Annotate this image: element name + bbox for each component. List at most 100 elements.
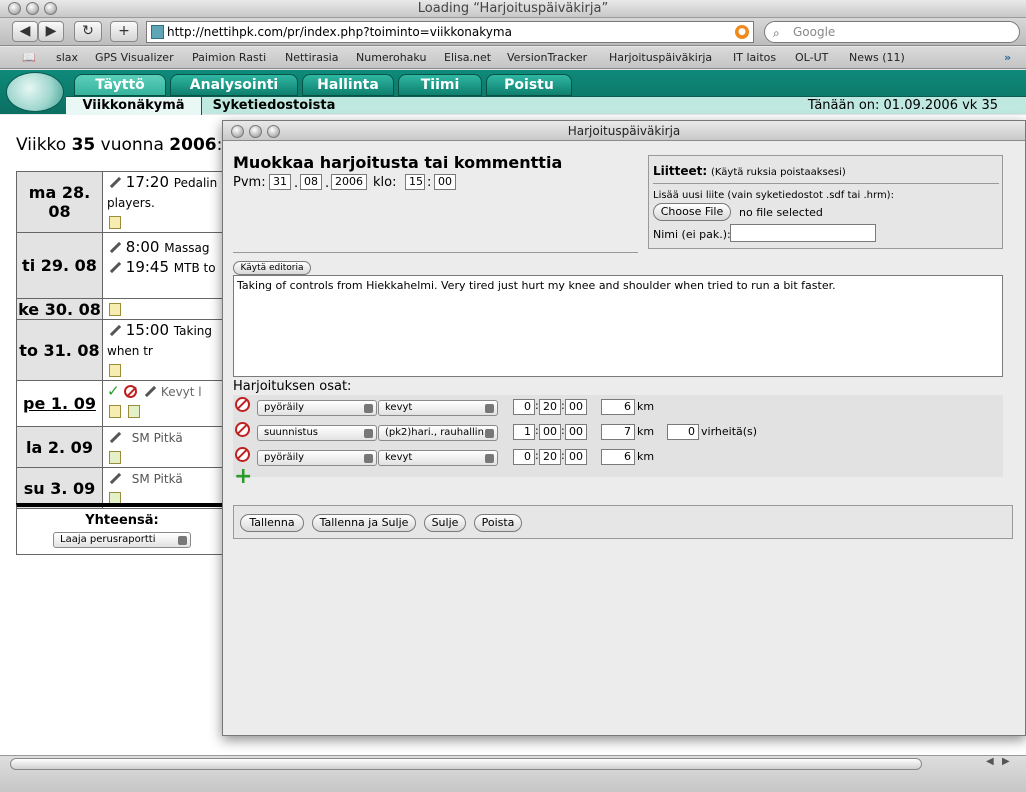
seconds-input[interactable]: 00 (565, 399, 587, 415)
bookmark-item[interactable]: OL-UT (795, 47, 828, 69)
dialog-zoom-icon[interactable] (267, 125, 280, 138)
save-and-close-button[interactable]: Tallenna ja Sulje (312, 514, 416, 532)
day-input[interactable]: 31 (269, 174, 291, 190)
bookmarks-book-icon[interactable]: 📖 (22, 47, 36, 69)
comment-textarea[interactable]: Taking of controls from Hiekkahelmi. Ver… (233, 275, 1003, 377)
attachment-name-input[interactable] (730, 224, 876, 242)
minimize-window-icon[interactable] (26, 2, 39, 15)
minutes-input[interactable]: 20 (539, 449, 561, 465)
day-label[interactable]: ti 29. 08 (16, 232, 103, 299)
edit-pencil-icon[interactable] (107, 240, 121, 254)
tab-hallinta[interactable]: Hallinta (302, 74, 394, 96)
distance-input[interactable]: 7 (601, 424, 635, 440)
bookmark-item[interactable]: Harjoituspäiväkirja (609, 47, 712, 69)
day-label[interactable]: la 2. 09 (16, 426, 103, 468)
errors-input[interactable]: 0 (667, 424, 699, 440)
entry-time[interactable]: 15:00 (126, 321, 169, 339)
entry-time[interactable]: 19:45 (126, 258, 169, 276)
comment-note-icon[interactable] (109, 364, 121, 377)
scroll-right-arrow-icon[interactable]: ▶ (1002, 756, 1010, 767)
dialog-close-icon[interactable] (231, 125, 244, 138)
hours-input[interactable]: 0 (513, 399, 535, 415)
day-label-today[interactable]: pe 1. 09 (16, 380, 103, 427)
choose-file-button[interactable]: Choose File (653, 203, 731, 221)
minutes-input[interactable]: 20 (539, 399, 561, 415)
subtab-syketiedostoista[interactable]: Syketiedostoista (206, 97, 342, 115)
add-training-icon[interactable]: ✓ (107, 382, 120, 400)
remove-part-icon[interactable] (235, 397, 250, 412)
remove-part-icon[interactable] (235, 422, 250, 437)
add-part-icon[interactable]: + (234, 466, 252, 488)
comment-note-icon[interactable] (109, 216, 121, 229)
reload-button[interactable]: ↻ (74, 21, 102, 42)
day-label[interactable]: ma 28. 08 (16, 171, 103, 233)
entry-time[interactable]: 17:20 (126, 173, 169, 191)
bookmark-item[interactable]: News (11) (849, 47, 905, 69)
day-label[interactable]: to 31. 08 (16, 319, 103, 381)
distance-input[interactable]: 6 (601, 399, 635, 415)
month-input[interactable]: 08 (300, 174, 322, 190)
attachments-divider (653, 183, 999, 184)
intensity-select[interactable]: (pk2)hari., rauhallin (378, 425, 498, 441)
minutes-input[interactable]: 00 (539, 424, 561, 440)
comment-note-icon[interactable] (109, 303, 121, 316)
tab-poistu[interactable]: Poistu (486, 74, 572, 96)
remove-part-icon[interactable] (235, 447, 250, 462)
tab-tayttö[interactable]: Täyttö (74, 74, 166, 96)
minute-input[interactable]: 00 (434, 174, 456, 190)
seconds-input[interactable]: 00 (565, 449, 587, 465)
bookmark-item[interactable]: Paimion Rasti (192, 47, 266, 69)
close-button[interactable]: Sulje (424, 514, 466, 532)
edit-pencil-icon[interactable] (107, 430, 121, 444)
distance-input[interactable]: 6 (601, 449, 635, 465)
edit-pencil-icon[interactable] (107, 323, 121, 337)
intensity-select[interactable]: kevyt (378, 400, 498, 416)
parts-label: Harjoituksen osat: (233, 379, 352, 394)
day-label[interactable]: ke 30. 08 (16, 298, 103, 320)
hours-input[interactable]: 0 (513, 449, 535, 465)
bookmark-item[interactable]: Numerohaku (356, 47, 426, 69)
comment-note-icon[interactable] (109, 405, 121, 418)
intensity-select[interactable]: kevyt (378, 450, 498, 466)
edit-pencil-icon[interactable] (107, 471, 121, 485)
back-button[interactable]: ◀ (12, 21, 38, 42)
forward-button[interactable]: ▶ (38, 21, 64, 42)
year-input[interactable]: 2006 (331, 174, 367, 190)
sport-select[interactable]: suunnistus (257, 425, 377, 441)
comment-note-icon[interactable] (127, 405, 140, 418)
edit-pencil-icon[interactable] (142, 384, 156, 398)
scroll-left-arrow-icon[interactable]: ◀ (986, 756, 994, 767)
zoom-window-icon[interactable] (44, 2, 57, 15)
edit-pencil-icon[interactable] (107, 260, 121, 274)
bookmark-item[interactable]: Elisa.net (444, 47, 491, 69)
hours-input[interactable]: 1 (513, 424, 535, 440)
rest-day-icon[interactable] (124, 385, 138, 398)
address-bar[interactable]: http://nettihpk.com/pr/index.php?toimint… (146, 21, 754, 43)
bookmark-item[interactable]: GPS Visualizer (95, 47, 174, 69)
tab-analysointi[interactable]: Analysointi (170, 74, 298, 96)
save-button[interactable]: Tallenna (240, 514, 304, 532)
tab-tiimi[interactable]: Tiimi (398, 74, 482, 96)
delete-button[interactable]: Poista (474, 514, 522, 532)
bookmark-item[interactable]: IT laitos (733, 47, 776, 69)
sport-select[interactable]: pyöräily (257, 400, 377, 416)
horizontal-scrollbar[interactable] (10, 758, 922, 770)
add-bookmark-button[interactable]: + (110, 21, 138, 42)
use-editor-button[interactable]: Käytä editoria (233, 261, 311, 275)
comment-note-icon[interactable] (109, 451, 121, 464)
close-window-icon[interactable] (8, 2, 21, 15)
search-field[interactable]: ⌕ Google (764, 21, 1020, 43)
edit-pencil-icon[interactable] (107, 175, 121, 189)
bookmarks-overflow-icon[interactable]: » (1004, 47, 1011, 69)
report-type-select[interactable]: Laaja perusraportti (53, 532, 191, 548)
bookmark-item[interactable]: slax (56, 47, 78, 69)
sport-select[interactable]: pyöräily (257, 450, 377, 466)
entry-time[interactable]: 8:00 (126, 238, 160, 256)
subtab-viikkonakyma[interactable]: Viikkonäkymä (66, 97, 202, 115)
seconds-input[interactable]: 00 (565, 424, 587, 440)
bookmark-item[interactable]: VersionTracker (507, 47, 587, 69)
dialog-minimize-icon[interactable] (249, 125, 262, 138)
hour-input[interactable]: 15 (405, 174, 425, 190)
bookmark-item[interactable]: Nettirasia (285, 47, 338, 69)
rss-icon[interactable]: ● (735, 25, 749, 39)
